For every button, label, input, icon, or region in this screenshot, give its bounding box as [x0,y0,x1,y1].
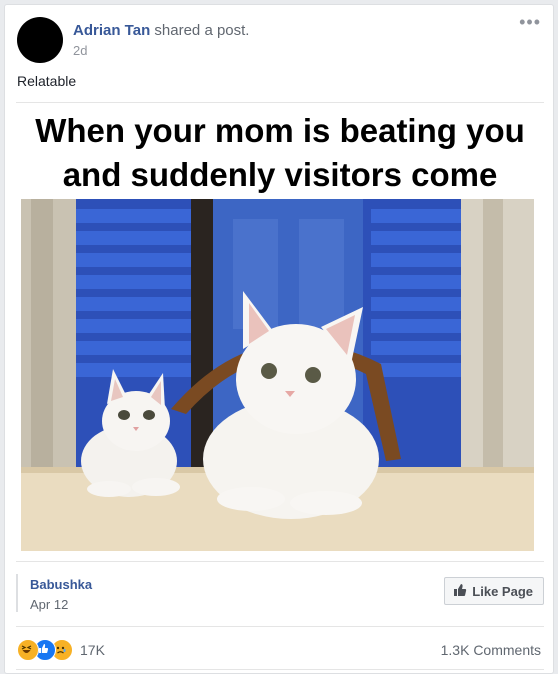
meme-caption: When your mom is beating you and suddenl… [16,109,544,197]
thumbs-up-icon [453,583,467,600]
meme-caption-line-2: and suddenly visitors come [62,156,498,193]
haha-icon [17,639,39,661]
shared-page-name[interactable]: Babushka [30,577,92,592]
post-text: Relatable [17,73,77,89]
divider [16,626,544,627]
divider [16,669,544,670]
avatar[interactable] [17,17,63,63]
meme-caption-line-1: When your mom is beating you [35,112,525,149]
comments-count[interactable]: 1.3K Comments [441,642,541,658]
like-page-label: Like Page [472,583,533,599]
shared-page-date[interactable]: Apr 12 [30,597,68,612]
like-page-button[interactable]: Like Page [444,577,544,605]
meme-image[interactable]: When your mom is beating you and suddenl… [16,102,544,562]
more-options-icon[interactable]: ••• [519,13,541,31]
post-card: Adrian Tan shared a post. 2d ••• Relatab… [4,4,554,674]
shared-page-row: Babushka Apr 12 Like Page [16,570,544,622]
author-line: Adrian Tan shared a post. [73,22,249,39]
cats-photo [21,199,534,551]
post-timestamp[interactable]: 2d [73,43,87,58]
post-action: shared a post. [154,22,250,39]
page-divider-bar [16,574,18,612]
reactions-summary[interactable]: 17K [17,638,105,662]
reaction-count[interactable]: 17K [80,642,105,658]
author-name[interactable]: Adrian Tan [73,22,150,39]
post-header: Adrian Tan shared a post. 2d ••• [5,5,553,67]
